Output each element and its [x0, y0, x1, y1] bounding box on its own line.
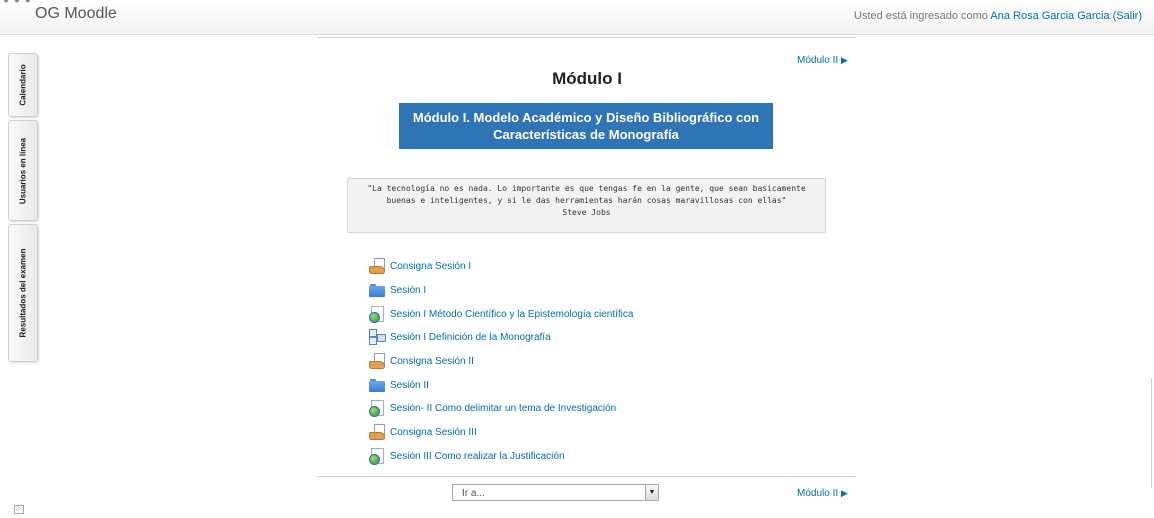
dock-tab-label: Calendario	[18, 64, 28, 106]
site-brand[interactable]: OG Moodle	[35, 5, 117, 23]
url-icon	[369, 448, 385, 465]
quote-box: "La tecnología no es nada. Lo importante…	[347, 178, 826, 233]
activity-link[interactable]: Sesión- II Como delimitar un tema de Inv…	[390, 403, 616, 414]
activity-link[interactable]: Sesión III Como realizar la Justificació…	[390, 451, 565, 462]
section-bottom-rule	[318, 476, 856, 477]
next-section-label: Módulo II	[797, 488, 839, 499]
right-arrow-icon: ▶	[840, 55, 848, 65]
dock-tab-label: Resultados del examen	[18, 248, 28, 338]
activity-link[interactable]: Consigna Sesión I	[390, 261, 471, 272]
login-info: Usted está ingresado como Ana Rosa Garci…	[854, 10, 1142, 22]
banner-line-1: Módulo I. Modelo Académico y Diseño Bibl…	[412, 110, 760, 125]
dock-tab-calendar[interactable]: Calendario	[8, 53, 38, 117]
dock-tab-label: Usuarios en línea	[18, 137, 28, 204]
activity-item[interactable]: Sesión I Método Científico y la Epistemo…	[369, 306, 633, 323]
next-section-link-bottom[interactable]: Módulo II ▶	[797, 488, 848, 499]
activity-item[interactable]: Sesión I Definición de la Monografía	[369, 329, 551, 345]
url-icon	[369, 306, 385, 323]
assignment-icon	[369, 424, 385, 440]
activity-link[interactable]: Sesión II	[390, 380, 429, 391]
activity-item[interactable]: Sesión II	[369, 377, 429, 393]
jump-to-value: Ir a...	[462, 488, 485, 499]
activity-item[interactable]: Sesión III Como realizar la Justificació…	[369, 448, 565, 465]
activity-link[interactable]: Sesión I Definición de la Monografía	[390, 332, 551, 343]
url-icon	[369, 400, 385, 417]
next-section-label: Módulo II	[797, 55, 839, 66]
user-profile-link[interactable]: Ana Rosa Garcia Garcia	[990, 10, 1109, 22]
login-prefix: Usted está ingresado como	[854, 10, 988, 22]
logout-link[interactable]: (Salir)	[1113, 10, 1142, 22]
assignment-icon	[369, 353, 385, 369]
folder-icon	[369, 282, 385, 298]
dock-tab-exam-results[interactable]: Resultados del examen	[8, 224, 38, 362]
quote-line-1: "La tecnología no es nada. Lo importante…	[367, 184, 806, 193]
top-navbar: ● ● ● OG Moodle Usted está ingresado com…	[0, 0, 1154, 35]
chevron-down-icon[interactable]: ▼	[645, 485, 658, 500]
dock-toggle-icon[interactable]: ▷	[14, 505, 24, 514]
activity-link[interactable]: Sesión I	[390, 285, 426, 296]
activity-item[interactable]: Consigna Sesión I	[369, 258, 471, 274]
activity-item[interactable]: Consigna Sesión II	[369, 353, 474, 369]
activity-item[interactable]: Sesión I	[369, 282, 426, 298]
quote-line-2: buenas e inteligentes, y si le das herra…	[386, 196, 787, 205]
section-top-rule	[318, 37, 856, 38]
activity-link[interactable]: Sesión I Método Científico y la Epistemo…	[390, 309, 633, 320]
section-banner: Módulo I. Modelo Académico y Diseño Bibl…	[399, 103, 773, 149]
folder-icon	[369, 377, 385, 393]
book-icon	[369, 329, 386, 345]
dock-tab-online-users[interactable]: Usuarios en línea	[8, 120, 38, 221]
quote-author: Steve Jobs	[562, 208, 611, 217]
next-section-link-top[interactable]: Módulo II ▶	[797, 55, 848, 66]
top-indicator-icon: ● ● ●	[3, 0, 32, 6]
activity-link[interactable]: Consigna Sesión II	[390, 356, 474, 367]
banner-line-2: Características de Monografía	[493, 127, 679, 142]
jump-to-select[interactable]: Ir a... ▼	[452, 484, 659, 501]
activity-item[interactable]: Consigna Sesión III	[369, 424, 477, 440]
scroll-edge	[1151, 378, 1152, 488]
assignment-icon	[369, 258, 385, 274]
activity-link[interactable]: Consigna Sesión III	[390, 427, 477, 438]
activity-item[interactable]: Sesión- II Como delimitar un tema de Inv…	[369, 400, 616, 417]
right-arrow-icon: ▶	[840, 488, 848, 498]
section-title: Módulo I	[552, 69, 622, 88]
